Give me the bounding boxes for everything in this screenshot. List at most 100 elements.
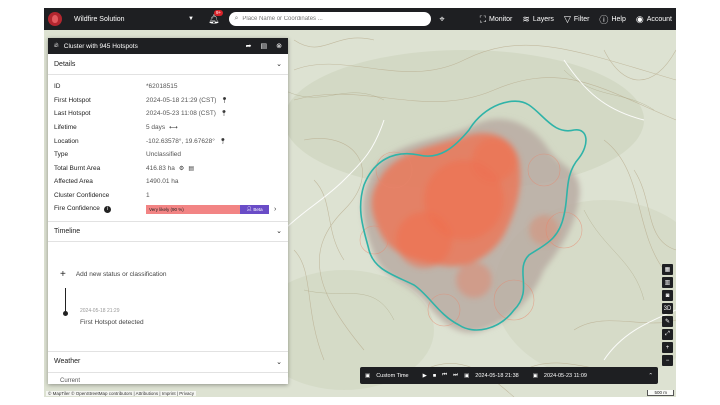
help-icon: ⓘ: [599, 14, 609, 25]
section-weather-header[interactable]: Weather ⌄: [48, 352, 288, 373]
app-selector[interactable]: Wildfire Solution ▼: [74, 16, 194, 23]
details-list: ID *62018515 First Hotspot 2024-05-18 21…: [48, 75, 288, 216]
map-pin-icon[interactable]: 📍︎: [220, 110, 228, 117]
nav-account-label: Account: [646, 15, 672, 23]
ruler-icon: ✎: [664, 319, 671, 325]
add-status-button[interactable]: + Add new status or classification: [60, 269, 167, 280]
detail-value: 1: [146, 192, 150, 200]
top-bar: Wildfire Solution ▼ 🔔︎ 9+ ⌕ ⌖ ⛶ Monitor …: [44, 8, 676, 30]
close-icon[interactable]: ⊗: [276, 42, 282, 50]
play-icon[interactable]: ▶: [423, 373, 427, 379]
time-mode-label: Custom Time: [376, 372, 409, 379]
zoom-out-button[interactable]: −: [662, 355, 673, 366]
fullscreen-button[interactable]: ⤢: [662, 329, 673, 340]
section-timeline-label: Timeline: [54, 227, 81, 235]
time-mode-selector[interactable]: ▣ Custom Time: [365, 373, 423, 379]
detail-label: Type: [54, 151, 69, 159]
fire-confidence-bar: Very likely (90 %) 👤︎ Beta: [146, 204, 269, 214]
search-input[interactable]: [242, 16, 423, 22]
add-to-report-icon[interactable]: ▤: [188, 165, 194, 172]
nav-help-label: Help: [611, 15, 626, 23]
add-to-report-icon[interactable]: ▤: [261, 42, 268, 50]
zoom-in-label: +: [665, 344, 670, 351]
legend-button[interactable]: ▥: [662, 277, 673, 288]
chevron-right-icon[interactable]: ›: [274, 206, 276, 213]
monitor-icon: ⛶: [479, 13, 487, 24]
basemap-button[interactable]: ▦: [662, 264, 673, 275]
crosshair-icon: ⌖: [439, 13, 445, 24]
detail-row-affected-area: Affected Area 1490.01 ha: [54, 175, 282, 189]
detail-value: 416.83 ha: [146, 164, 175, 172]
nav-layers[interactable]: ≋ Layers: [522, 14, 554, 25]
zoom-out-label: −: [665, 357, 670, 364]
app-logo-icon: [48, 12, 62, 26]
panel-header: 🔥︎ Cluster with 945 Hotspots ➦ ▤ ⊗: [48, 38, 288, 54]
calendar-icon: ▣: [365, 372, 371, 379]
info-icon[interactable]: i: [103, 205, 111, 213]
time-end[interactable]: 2024-05-23 11:09: [544, 373, 587, 379]
weather-current-label: Current: [60, 378, 81, 384]
timeline-dot: [63, 310, 68, 316]
detail-row-first-hotspot: First Hotspot 2024-05-18 21:29 (CST) 📍︎: [54, 94, 282, 108]
camera-icon: ◙: [665, 292, 670, 299]
nav-monitor[interactable]: ⛶ Monitor: [480, 14, 513, 25]
detail-value: -102.63578°, 19.67628°: [146, 137, 215, 145]
beta-badge: 👤︎ Beta: [240, 204, 269, 214]
toggle-3d-button[interactable]: 3D: [662, 303, 673, 314]
3d-label: 3D: [663, 305, 672, 312]
map-pin-icon[interactable]: 📍︎: [219, 138, 227, 145]
step-back-icon[interactable]: ⏮: [442, 372, 447, 379]
map-attribution[interactable]: © MapTiler © OpenStreetMap contributors …: [46, 391, 197, 396]
map-scale: 500 m: [647, 390, 674, 396]
detail-value: *62018515: [146, 83, 178, 91]
detail-row-total-burnt-area: Total Burnt Area 416.83 ha ⚙ ▤: [54, 162, 282, 176]
expand-icon: ⤢: [665, 331, 670, 337]
timespan-icon[interactable]: ⟷: [169, 124, 178, 131]
chevron-down-icon: ⌄: [276, 358, 282, 366]
measure-button[interactable]: ✎: [662, 316, 673, 327]
main-nav: ⛶ Monitor ≋ Layers ▽ Filter ⓘ Help ◉ Acc…: [470, 13, 672, 26]
detail-label: Total Burnt Area: [54, 164, 101, 172]
section-details-header[interactable]: Details ⌄: [48, 54, 288, 75]
chevron-up-icon[interactable]: ⌃: [648, 373, 653, 379]
nav-account[interactable]: ◉ Account: [636, 14, 672, 25]
notifications-button[interactable]: 🔔︎ 9+: [208, 9, 224, 25]
nav-filter[interactable]: ▽ Filter: [564, 14, 589, 25]
detail-value-wrap: -102.63578°, 19.67628° 📍︎: [146, 138, 226, 145]
nav-monitor-label: Monitor: [489, 15, 513, 23]
nav-filter-label: Filter: [573, 15, 590, 23]
calendar-start-icon: ▣: [464, 372, 470, 379]
detail-label: First Hotspot: [54, 96, 91, 104]
detail-label: Fire Confidence: [54, 205, 100, 213]
screenshot-button[interactable]: ◙: [662, 290, 673, 301]
zoom-in-button[interactable]: +: [662, 342, 673, 353]
chevron-down-icon: ⌄: [276, 228, 282, 236]
detail-value-wrap: 2024-05-18 21:29 (CST) 📍︎: [146, 97, 228, 104]
detail-label: ID: [54, 83, 61, 91]
locate-me-button[interactable]: ⌖: [439, 14, 444, 25]
step-forward-icon[interactable]: ⏭: [453, 372, 458, 379]
share-icon[interactable]: ➦: [246, 42, 252, 50]
detail-label: Last Hotspot: [54, 110, 91, 118]
detail-row-fire-confidence: Fire Confidence i Very likely (90 %) 👤︎ B…: [54, 202, 282, 216]
detail-row-lifetime: Lifetime 5 days ⟷: [54, 121, 282, 135]
user-icon: 👤︎: [246, 206, 253, 212]
detail-label-wrap: Fire Confidence i: [54, 205, 146, 213]
nav-help[interactable]: ⓘ Help: [599, 13, 625, 26]
detail-value: 2024-05-18 21:29 (CST): [146, 96, 217, 104]
time-start[interactable]: 2024-05-18 21:38: [475, 373, 518, 379]
filter-icon: ▽: [563, 13, 571, 24]
detail-label: Affected Area: [54, 178, 93, 186]
section-timeline-header[interactable]: Timeline ⌄: [48, 220, 288, 242]
calendar-end-icon: ▣: [532, 372, 538, 379]
notification-count-badge: 9+: [214, 9, 224, 16]
section-details-label: Details: [54, 60, 76, 68]
detail-value-wrap: 5 days ⟷: [146, 124, 178, 131]
stop-icon[interactable]: ■: [433, 373, 436, 379]
search-box[interactable]: ⌕: [229, 12, 432, 26]
app-frame: © MapTiler © OpenStreetMap contributors …: [44, 8, 676, 397]
settings-icon[interactable]: ⚙: [179, 165, 184, 172]
detail-label: Location: [54, 137, 79, 145]
beta-label: Beta: [253, 206, 263, 212]
map-pin-icon[interactable]: 📍︎: [220, 97, 228, 104]
